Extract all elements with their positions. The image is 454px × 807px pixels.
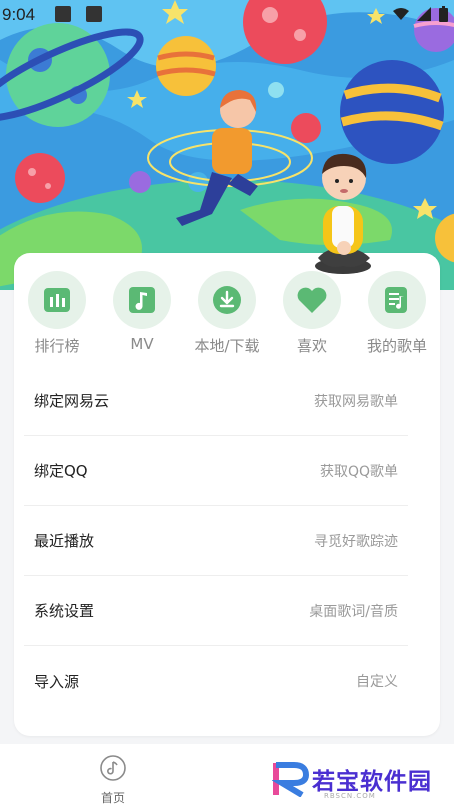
main-card: 排行榜 MV 本地/下载 喜欢 我的歌单 绑定网易云 获取网易歌单 绑定QQ 获… <box>14 253 440 736</box>
quick-label: 喜欢 <box>296 337 327 355</box>
quick-item-rankings[interactable]: 排行榜 <box>14 271 100 356</box>
quick-item-local-download[interactable]: 本地/下载 <box>184 271 270 356</box>
menu-title: 绑定网易云 <box>34 392 110 410</box>
playlist-icon <box>385 287 407 313</box>
quick-item-favorites[interactable]: 喜欢 <box>269 271 355 356</box>
status-time: 9:04 <box>2 5 36 24</box>
app-notification-icon <box>86 6 102 22</box>
menu-row-recent-plays[interactable]: 最近播放 寻觅好歌踪迹 <box>24 506 408 576</box>
quick-label: MV <box>130 335 154 353</box>
quick-label: 我的歌单 <box>366 337 427 355</box>
quick-icon-bg <box>113 271 171 329</box>
menu-title: 导入源 <box>34 672 80 691</box>
music-note-icon <box>129 287 155 313</box>
hero-illustration <box>0 0 454 290</box>
heart-icon <box>297 287 327 313</box>
quick-icon-bg <box>198 271 256 329</box>
menu-title: 绑定QQ <box>34 462 88 480</box>
menu-row-bind-netease[interactable]: 绑定网易云 获取网易歌单 <box>24 366 408 436</box>
chart-bars-icon <box>44 288 70 312</box>
download-icon <box>213 286 241 314</box>
menu-row-system-settings[interactable]: 系统设置 桌面歌词/音质 <box>24 576 408 646</box>
wifi-icon <box>393 8 409 20</box>
menu-row-import-source[interactable]: 导入源 自定义 <box>24 646 408 716</box>
menu-row-bind-qq[interactable]: 绑定QQ 获取QQ歌单 <box>24 436 408 506</box>
menu-title: 系统设置 <box>34 602 95 620</box>
watermark-logo: 若宝软件园 RBSCN.COM <box>272 761 432 800</box>
battery-icon <box>439 6 448 22</box>
notification-icon <box>55 6 71 22</box>
menu-subtitle: 获取QQ歌单 <box>319 463 398 480</box>
quick-label: 排行榜 <box>34 337 80 355</box>
menu-subtitle: 寻觅好歌踪迹 <box>314 533 398 550</box>
quick-item-mv[interactable]: MV <box>99 271 185 353</box>
menu-subtitle: 自定义 <box>356 674 398 690</box>
space-scene-image <box>0 0 454 290</box>
watermark-domain: RBSCN.COM <box>324 792 376 800</box>
quick-item-my-playlists[interactable]: 我的歌单 <box>354 271 440 356</box>
bottom-nav: 首页 若宝软件园 RBSCN.COM <box>0 744 454 807</box>
watermark-brand: 若宝软件园 <box>312 769 432 795</box>
cartoon-boy-illustration <box>315 153 371 274</box>
tab-home-label: 首页 <box>100 791 125 805</box>
menu-title: 最近播放 <box>34 532 95 550</box>
character-avatar-image <box>308 148 378 282</box>
tab-home[interactable]: 首页 <box>90 754 136 806</box>
music-disc-icon <box>100 755 126 781</box>
status-icons <box>393 6 448 22</box>
menu-subtitle: 获取网易歌单 <box>314 393 398 410</box>
menu-subtitle: 桌面歌词/音质 <box>309 603 398 620</box>
quick-icon-bg <box>28 271 86 329</box>
quick-actions: 排行榜 MV 本地/下载 喜欢 我的歌单 <box>14 271 440 361</box>
signal-icon <box>417 7 431 21</box>
settings-menu: 绑定网易云 获取网易歌单 绑定QQ 获取QQ歌单 最近播放 寻觅好歌踪迹 系统设… <box>24 366 408 716</box>
status-bar: 9:04 <box>0 0 454 30</box>
rbscn-logo-icon <box>272 762 310 797</box>
quick-label: 本地/下载 <box>194 337 260 355</box>
